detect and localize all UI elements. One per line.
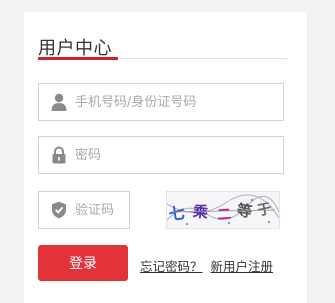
register-link[interactable]: 新用户注册	[211, 259, 274, 274]
password-field[interactable]	[38, 136, 284, 174]
svg-text:二: 二	[217, 207, 232, 224]
captcha-image[interactable]: 七 乘 二 等 于	[166, 191, 280, 229]
lock-icon	[51, 146, 67, 164]
account-links: 忘记密码？ 新用户注册	[140, 256, 273, 275]
login-button[interactable]: 登录	[38, 245, 128, 281]
forgot-password-link[interactable]: 忘记密码？	[140, 259, 203, 274]
shield-icon	[51, 201, 67, 219]
password-input[interactable]	[75, 147, 283, 163]
captcha-field[interactable]	[38, 191, 130, 229]
user-icon	[51, 93, 67, 111]
svg-text:七: 七	[168, 203, 187, 224]
login-panel: 用户中心 手机号码/身份证号码 验证码 七 乘 二 等 于 登录 忘记密码？ 新…	[24, 12, 307, 303]
captcha-input[interactable]	[75, 202, 129, 218]
username-field[interactable]	[38, 83, 284, 121]
username-input[interactable]	[75, 94, 283, 110]
title-underline-accent	[38, 57, 118, 60]
